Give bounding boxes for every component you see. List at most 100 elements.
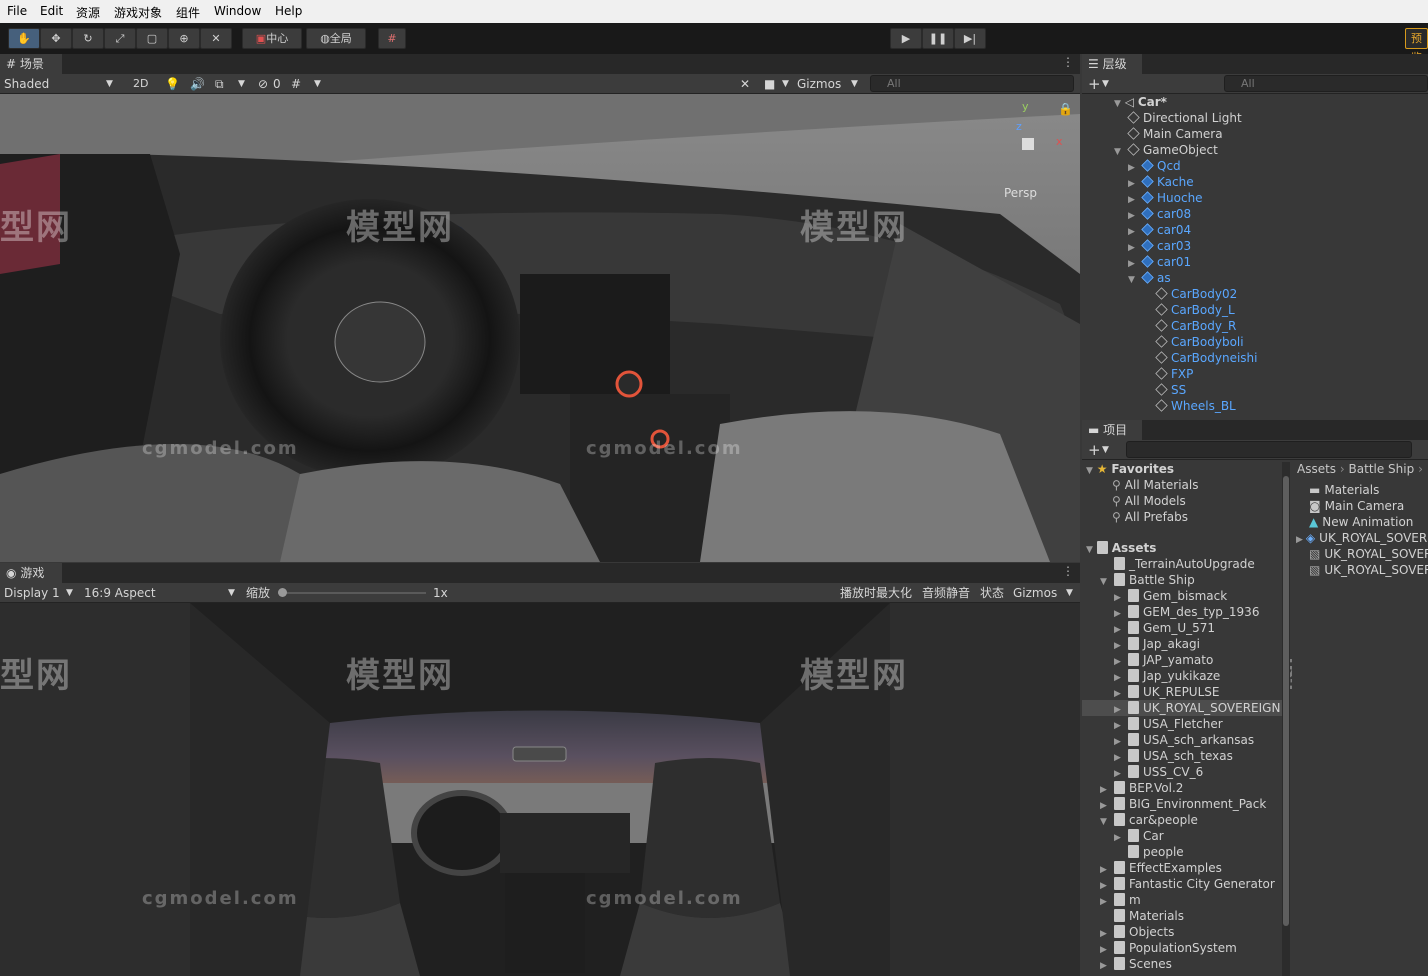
pivot-toggle[interactable]: ▣中心 — [242, 28, 302, 49]
hierarchy-root[interactable]: ▼ ◁ Car* — [1114, 94, 1167, 110]
collapsed-arrow-icon[interactable]: ▶ — [1100, 878, 1114, 894]
game-viewport[interactable] — [0, 603, 1080, 976]
hierarchy-item[interactable]: ▶ Kache — [1128, 174, 1194, 190]
assets-header[interactable]: ▼ Assets — [1086, 540, 1156, 556]
stats-toggle[interactable]: 状态 — [980, 584, 1004, 602]
hierarchy-item[interactable]: ▶ car08 — [1128, 206, 1191, 222]
project-folder-item[interactable]: ▶ Jap_yukikaze — [1114, 668, 1220, 684]
hand-tool-button[interactable]: ✋ — [8, 28, 40, 49]
tools-icon[interactable]: ✕ — [740, 75, 750, 93]
pause-button[interactable]: ❚❚ — [922, 28, 954, 49]
project-folder-item[interactable]: ▶ Gem_bismack — [1114, 588, 1227, 604]
project-folder-item[interactable]: Materials — [1114, 908, 1184, 924]
collapsed-arrow-icon[interactable]: ▶ — [1114, 606, 1128, 622]
hierarchy-item[interactable]: ▼ GameObject — [1114, 142, 1218, 158]
hierarchy-item[interactable]: Main Camera — [1127, 126, 1223, 142]
step-button[interactable]: ▶| — [954, 28, 986, 49]
collapsed-arrow-icon[interactable]: ▶ — [1114, 654, 1128, 670]
rotate-tool-button[interactable]: ↻ — [72, 28, 104, 49]
hierarchy-item[interactable]: ▶ car01 — [1128, 254, 1191, 270]
collapsed-arrow-icon[interactable]: ▶ — [1114, 702, 1128, 718]
lock-icon[interactable]: 🔒 — [1058, 102, 1073, 116]
hierarchy-item[interactable]: ▶ car04 — [1128, 222, 1191, 238]
project-folder-item[interactable]: ▶ Fantastic City Generator — [1100, 876, 1275, 892]
collapsed-arrow-icon[interactable]: ▶ — [1100, 926, 1114, 942]
collapsed-arrow-icon[interactable]: ▶ — [1114, 830, 1128, 846]
display-dropdown[interactable]: Display 1 — [4, 584, 60, 602]
audio-icon[interactable]: 🔊 — [190, 75, 205, 93]
collapsed-arrow-icon[interactable]: ▶ — [1100, 862, 1114, 878]
expanded-arrow-icon[interactable]: ▼ — [1100, 814, 1114, 830]
favorite-item[interactable]: ⚲ All Prefabs — [1112, 509, 1188, 525]
scrollbar-thumb[interactable] — [1283, 476, 1289, 926]
project-file-item[interactable]: ◙ Main Camera — [1309, 498, 1404, 514]
hierarchy-item[interactable]: CarBodyboli — [1155, 334, 1244, 350]
collapsed-arrow-icon[interactable]: ▶ — [1128, 256, 1142, 272]
collapsed-arrow-icon[interactable]: ▶ — [1296, 535, 1303, 545]
effects-icon[interactable]: ⧉ — [215, 75, 224, 93]
hierarchy-item[interactable]: SS — [1155, 382, 1186, 398]
global-toggle[interactable]: ◍全局 — [306, 28, 366, 49]
collapsed-arrow-icon[interactable]: ▶ — [1100, 942, 1114, 958]
hierarchy-item[interactable]: ▶ car03 — [1128, 238, 1191, 254]
project-folder-item[interactable]: _TerrainAutoUpgrade — [1114, 556, 1255, 572]
project-folder-item[interactable]: ▶ Scenes — [1100, 956, 1172, 972]
scene-tab[interactable]: # 场景 — [0, 54, 62, 74]
collapsed-arrow-icon[interactable]: ▶ — [1128, 208, 1142, 224]
project-folder-item[interactable]: ▶ GEM_des_typ_1936 — [1114, 604, 1259, 620]
collapsed-arrow-icon[interactable]: ▶ — [1114, 718, 1128, 734]
hierarchy-item[interactable]: CarBody02 — [1155, 286, 1237, 302]
snap-button[interactable]: # — [378, 28, 406, 49]
collapsed-arrow-icon[interactable]: ▶ — [1128, 192, 1142, 208]
mute-audio-toggle[interactable]: 音频静音 — [922, 584, 970, 602]
custom-tool-button[interactable]: ✕ — [200, 28, 232, 49]
scene-menu-icon[interactable]: ⋮ — [1062, 55, 1074, 69]
project-folder-item[interactable]: ▶ BIG_Environment_Pack — [1100, 796, 1266, 812]
project-folder-item[interactable]: ▶ UK_REPULSE — [1114, 684, 1219, 700]
add-icon[interactable]: + — [1088, 441, 1101, 459]
hierarchy-item[interactable]: ▶ Qcd — [1128, 158, 1181, 174]
project-folder-item[interactable]: ▶ Car — [1114, 828, 1164, 844]
project-file-item[interactable]: ▧UK_ROYAL_SOVEREIGN — [1309, 546, 1428, 562]
menu-gameobject[interactable]: 游戏对象 — [114, 4, 162, 21]
collapsed-arrow-icon[interactable]: ▶ — [1100, 958, 1114, 974]
hierarchy-item[interactable]: Wheels_BL — [1155, 398, 1236, 414]
toggle-2d-button[interactable]: 2D — [133, 75, 148, 93]
add-icon[interactable]: + — [1088, 75, 1101, 93]
project-folder-item[interactable]: ▶ m — [1100, 892, 1141, 908]
collapsed-arrow-icon[interactable]: ▶ — [1114, 670, 1128, 686]
game-menu-icon[interactable]: ⋮ — [1062, 564, 1074, 578]
menu-window[interactable]: Window — [214, 4, 261, 18]
hierarchy-item[interactable]: Directional Light — [1127, 110, 1242, 126]
project-folder-item[interactable]: ▶ JAP_yamato — [1114, 652, 1213, 668]
hierarchy-item[interactable]: ▼ as — [1128, 270, 1171, 286]
collapsed-arrow-icon[interactable]: ▶ — [1128, 240, 1142, 256]
preview-packages-button[interactable]: 预览 — [1405, 28, 1428, 64]
collapsed-arrow-icon[interactable]: ▶ — [1100, 782, 1114, 798]
menu-edit[interactable]: Edit — [40, 4, 63, 18]
scene-search-input[interactable]: All — [870, 75, 1074, 92]
favorite-item[interactable]: ⚲ All Models — [1112, 493, 1186, 509]
breadcrumb-battle-ship[interactable]: Battle Ship — [1349, 462, 1415, 476]
collapsed-arrow-icon[interactable]: ▶ — [1114, 734, 1128, 750]
project-folder-item[interactable]: ▶ PopulationSystem — [1100, 940, 1237, 956]
project-folder-item[interactable]: ▶ Gem_U_571 — [1114, 620, 1215, 636]
project-file-item[interactable]: ▲ New Animation — [1309, 514, 1413, 530]
collapsed-arrow-icon[interactable]: ▶ — [1114, 590, 1128, 606]
lighting-icon[interactable]: 💡 — [165, 75, 180, 93]
move-tool-button[interactable]: ✥ — [40, 28, 72, 49]
hierarchy-item[interactable]: FXP — [1155, 366, 1193, 382]
project-tab[interactable]: ▬ 项目 — [1082, 420, 1142, 440]
project-file-item[interactable]: ▶◈UK_ROYAL_SOVEREIGN — [1296, 530, 1428, 546]
hierarchy-item[interactable]: CarBodyneishi — [1155, 350, 1257, 366]
hierarchy-tab[interactable]: ☰ 层级 — [1082, 54, 1142, 74]
scene-viewport[interactable]: y z x Persp 🔒 — [0, 94, 1080, 562]
menu-file[interactable]: File — [7, 4, 27, 18]
project-folder-item[interactable]: ▶ EffectExamples — [1100, 860, 1222, 876]
hierarchy-search-input[interactable]: All — [1224, 75, 1428, 92]
collapsed-arrow-icon[interactable]: ▶ — [1100, 894, 1114, 910]
hierarchy-item[interactable]: CarBody_L — [1155, 302, 1235, 318]
project-folder-item[interactable]: ▶ USA_Fletcher — [1114, 716, 1223, 732]
rect-tool-button[interactable]: ▢ — [136, 28, 168, 49]
camera-icon[interactable]: ■ — [764, 75, 775, 93]
